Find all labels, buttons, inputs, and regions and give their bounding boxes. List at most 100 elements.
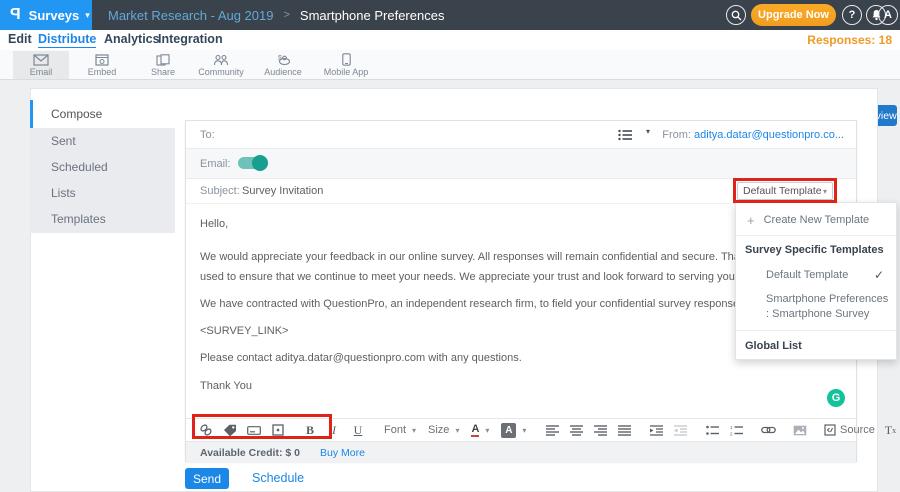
tab-community-label: Community	[198, 67, 244, 77]
menu-item-label: Create New Template	[764, 214, 870, 226]
outdent-button[interactable]	[668, 420, 692, 440]
grammarly-badge[interactable]: G	[827, 389, 845, 407]
upgrade-now-button[interactable]: Upgrade Now	[751, 4, 836, 26]
insert-link-button[interactable]	[756, 420, 780, 440]
mobile-icon	[342, 53, 351, 66]
sidebar-item-label: Lists	[51, 186, 76, 200]
chevron-down-icon: ▾	[485, 426, 489, 435]
email-toggle[interactable]	[238, 157, 266, 169]
bulleted-list-button[interactable]	[700, 420, 724, 440]
nav-analytics[interactable]: Analytics	[104, 32, 160, 46]
italic-button[interactable]: I	[322, 420, 346, 440]
schedule-link[interactable]: Schedule	[252, 471, 304, 485]
editor-toolbar: B I U Font▾ Size▾ A▾ A▾ 12 Source Tx	[186, 418, 856, 441]
remove-format-x: x	[892, 426, 896, 435]
sidebar-item-sent[interactable]: Sent	[30, 128, 175, 154]
tab-mobile-app-label: Mobile App	[324, 67, 369, 77]
distribute-channels-bar: Email Embed Share Community $ Audience M…	[0, 50, 900, 80]
menu-item-default-template[interactable]: Default Template ✓	[736, 262, 896, 288]
subject-value[interactable]: Survey Invitation	[242, 185, 323, 197]
sidebar-item-lists[interactable]: Lists	[30, 180, 175, 206]
align-center-button[interactable]	[564, 420, 588, 440]
plus-icon: +	[747, 213, 755, 228]
credit-bar: Available Credit: $ 0 Buy More	[186, 441, 856, 463]
menu-section-global-list[interactable]: Global List	[736, 333, 896, 359]
text-color-letter: A	[471, 423, 479, 437]
embed-question-button[interactable]	[266, 420, 290, 440]
email-toggle-row: Email:	[186, 149, 856, 179]
size-label: Size	[428, 424, 449, 436]
buy-more-link[interactable]: Buy More	[320, 447, 365, 459]
menu-section-survey-specific: Survey Specific Templates	[736, 238, 896, 262]
size-dropdown[interactable]: Size▾	[422, 424, 465, 436]
list-icon	[618, 129, 633, 141]
align-justify-button[interactable]	[612, 420, 636, 440]
nav-distribute[interactable]: Distribute	[38, 32, 96, 48]
sidebar-item-templates[interactable]: Templates	[30, 206, 175, 232]
subject-label: Subject:	[200, 185, 240, 197]
template-select-value: Default Template	[743, 185, 822, 197]
breadcrumb-survey[interactable]: Market Research - Aug 2019	[108, 8, 273, 23]
account-button[interactable]: A	[878, 5, 898, 25]
email-icon	[33, 54, 49, 66]
template-select[interactable]: Default Template ▾	[737, 182, 833, 200]
tab-audience[interactable]: $ Audience	[255, 51, 311, 79]
bg-color-button[interactable]: A▾	[495, 423, 532, 438]
numbered-list-button[interactable]: 12	[724, 420, 748, 440]
surveys-app-menu[interactable]: P Surveys ▾	[0, 0, 92, 30]
search-button[interactable]	[726, 5, 746, 25]
envelope-icon	[247, 426, 261, 435]
avatar: A	[884, 9, 892, 21]
remove-format-t: T	[885, 423, 892, 438]
align-left-button[interactable]	[540, 420, 564, 440]
to-label: To:	[200, 129, 215, 141]
tab-community[interactable]: Community	[193, 51, 249, 79]
check-icon: ✓	[874, 268, 884, 282]
nav-integration[interactable]: Integration	[158, 32, 223, 46]
select-list-button[interactable]	[618, 128, 633, 146]
font-dropdown[interactable]: Font▾	[378, 424, 422, 436]
sidebar-item-scheduled[interactable]: Scheduled	[30, 154, 175, 180]
text-color-button[interactable]: A▾	[465, 423, 495, 437]
indent-button[interactable]	[644, 420, 668, 440]
outdent-icon	[674, 425, 687, 436]
top-header: P Surveys ▾ Market Research - Aug 2019 >…	[0, 0, 900, 30]
from-field: From: aditya.datar@questionpro.co...	[662, 129, 844, 141]
align-justify-icon	[618, 425, 631, 436]
tab-embed[interactable]: Embed	[74, 51, 130, 79]
merge-tag-button[interactable]	[218, 420, 242, 440]
insert-survey-link-button[interactable]	[194, 420, 218, 440]
questionpro-logo: P	[10, 6, 21, 24]
bold-button[interactable]: B	[298, 420, 322, 440]
menu-divider	[736, 330, 896, 331]
sidebar-item-compose[interactable]: Compose	[30, 100, 175, 128]
unsubscribe-link-button[interactable]	[242, 420, 266, 440]
insert-image-button[interactable]	[788, 420, 812, 440]
remove-format-button[interactable]: Tx	[878, 420, 900, 440]
bulleted-list-icon	[706, 425, 719, 436]
tab-embed-label: Embed	[88, 67, 117, 77]
source-button[interactable]: Source	[820, 420, 878, 440]
grammarly-g: G	[832, 392, 841, 404]
sidebar-item-label: Templates	[51, 212, 106, 226]
menu-item-create-new-template[interactable]: + Create New Template	[736, 207, 896, 233]
nav-edit[interactable]: Edit	[8, 32, 32, 46]
responses-count[interactable]: Responses: 18	[807, 33, 892, 47]
menu-item-label: Smartphone Preferences	[766, 292, 896, 307]
numbered-list-icon: 12	[730, 425, 743, 436]
tab-mobile-app[interactable]: Mobile App	[318, 51, 374, 79]
source-label: Source	[840, 424, 875, 436]
tab-email[interactable]: Email	[13, 51, 69, 79]
send-button[interactable]: Send	[185, 468, 229, 489]
help-button[interactable]: ?	[842, 5, 862, 25]
embed-icon	[95, 54, 109, 66]
list-caret-icon[interactable]: ▾	[646, 127, 650, 136]
square-icon	[272, 424, 284, 436]
underline-button[interactable]: U	[346, 420, 370, 440]
available-credit-label: Available Credit: $ 0	[200, 447, 300, 459]
align-right-button[interactable]	[588, 420, 612, 440]
chevron-down-icon: ▾	[412, 426, 416, 435]
from-address[interactable]: aditya.datar@questionpro.co...	[694, 129, 844, 141]
menu-item-smartphone-preferences[interactable]: Smartphone Preferences : Smartphone Surv…	[736, 288, 896, 328]
tab-share[interactable]: Share	[135, 51, 191, 79]
